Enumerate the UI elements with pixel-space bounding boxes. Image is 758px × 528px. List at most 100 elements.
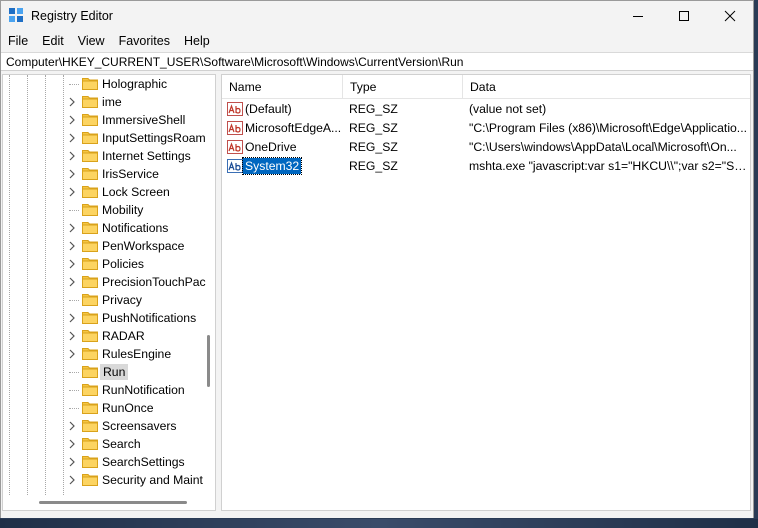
registry-editor-window: Registry Editor File Edit View Favorites…	[0, 0, 754, 518]
tree-connector	[69, 210, 79, 211]
tree-item-label: Notifications	[102, 221, 169, 235]
chevron-right-icon[interactable]	[67, 187, 77, 197]
column-header-name[interactable]: Name	[222, 75, 343, 99]
tree-item-label: SearchSettings	[102, 455, 185, 469]
close-icon	[724, 10, 736, 22]
column-header-data[interactable]: Data	[463, 75, 750, 99]
value-name: System32	[241, 157, 303, 175]
value-row[interactable]: OneDrive REG_SZ "C:\Users\windows\AppData\…	[222, 138, 750, 156]
tree-item[interactable]: PushNotifications	[3, 309, 203, 327]
maximize-button[interactable]	[661, 1, 707, 31]
tree-item[interactable]: SearchSettings	[3, 453, 203, 471]
value-row[interactable]: (Default) REG_SZ (value not set)	[222, 100, 750, 118]
tree-connector	[69, 300, 79, 301]
folder-icon	[82, 474, 98, 486]
tree-item[interactable]: Mobility	[3, 201, 203, 219]
tree-item[interactable]: RADAR	[3, 327, 203, 345]
tree-item-label: InputSettingsRoam	[102, 131, 206, 145]
chevron-right-icon[interactable]	[67, 259, 77, 269]
title-bar[interactable]: Registry Editor	[1, 1, 753, 31]
chevron-right-icon[interactable]	[67, 169, 77, 179]
tree-horizontal-scrollbar[interactable]	[3, 495, 215, 510]
folder-icon	[82, 438, 98, 450]
chevron-right-icon[interactable]	[67, 151, 77, 161]
chevron-right-icon[interactable]	[67, 313, 77, 323]
tree-item[interactable]: ImmersiveShell	[3, 111, 203, 129]
chevron-right-icon[interactable]	[67, 115, 77, 125]
column-header-type[interactable]: Type	[343, 75, 463, 99]
menu-view[interactable]: View	[71, 31, 112, 51]
tree-item-label: Policies	[102, 257, 144, 271]
tree-item[interactable]: InputSettingsRoam	[3, 129, 206, 147]
tree-item-label: ime	[102, 95, 122, 109]
tree-item-label: PushNotifications	[102, 311, 197, 325]
tree-item[interactable]: PenWorkspace	[3, 237, 203, 255]
tree-item-label: RulesEngine	[102, 347, 172, 361]
value-row[interactable]: MicrosoftEdgeA... REG_SZ "C:\Program Files…	[222, 119, 750, 137]
menu-file[interactable]: File	[1, 31, 35, 51]
value-type: REG_SZ	[349, 140, 398, 154]
tree-item[interactable]: IrisService	[3, 165, 203, 183]
tree-vertical-scrollbar[interactable]	[203, 75, 215, 495]
ab-string-value-icon	[227, 121, 243, 135]
chevron-right-icon[interactable]	[67, 223, 77, 233]
tree-item-label: Internet Settings	[102, 149, 191, 163]
tree-item-label: Run	[100, 364, 129, 380]
tree-item-label: Lock Screen	[102, 185, 170, 199]
tree-item[interactable]: RulesEngine	[3, 345, 203, 363]
tree-item-label: Privacy	[102, 293, 142, 307]
menu-edit[interactable]: Edit	[35, 31, 71, 51]
value-data: (value not set)	[469, 102, 547, 116]
chevron-right-icon[interactable]	[67, 241, 77, 251]
folder-icon	[82, 420, 98, 432]
ab-string-value-icon	[227, 159, 243, 173]
chevron-right-icon[interactable]	[67, 133, 77, 143]
address-bar[interactable]: Computer\HKEY_CURRENT_USER\Software\Micr…	[1, 52, 753, 71]
chevron-right-icon[interactable]	[67, 331, 77, 341]
chevron-right-icon[interactable]	[67, 277, 77, 287]
value-row[interactable]: System32 REG_SZ mshta.exe "javascript:var …	[222, 157, 750, 175]
tree-item[interactable]: Search	[3, 435, 203, 453]
values-list-pane[interactable]: Name Type Data (Default) REG_SZ (value not…	[221, 74, 751, 511]
tree-item[interactable]: Policies	[3, 255, 203, 273]
tree-horizontal-scroll-thumb[interactable]	[39, 501, 187, 504]
chevron-right-icon[interactable]	[67, 439, 77, 449]
tree-item[interactable]: RunNotification	[3, 381, 203, 399]
tree-item[interactable]: Holographic	[3, 75, 203, 93]
chevron-right-icon[interactable]	[67, 457, 77, 467]
chevron-right-icon[interactable]	[67, 421, 77, 431]
tree-item[interactable]: Internet Settings	[3, 147, 203, 165]
tree-item[interactable]: PrecisionTouchPac	[3, 273, 206, 291]
chevron-right-icon[interactable]	[67, 97, 77, 107]
tree-item[interactable]: RunOnce	[3, 399, 203, 417]
tree-vertical-scroll-thumb[interactable]	[207, 335, 210, 387]
folder-icon	[82, 132, 98, 144]
tree-item[interactable]: Security and Maint	[3, 471, 203, 489]
folder-icon	[82, 276, 98, 288]
folder-icon	[82, 312, 98, 324]
close-button[interactable]	[707, 1, 753, 31]
tree-item[interactable]: ime	[3, 93, 203, 111]
folder-icon	[82, 366, 98, 378]
menu-favorites[interactable]: Favorites	[112, 31, 177, 51]
folder-icon	[82, 258, 98, 270]
tree-item[interactable]: Privacy	[3, 291, 203, 309]
tree-item[interactable]: Run	[3, 363, 203, 381]
tree-item-label: RunNotification	[102, 383, 185, 397]
menu-help[interactable]: Help	[177, 31, 217, 51]
tree-item[interactable]: Lock Screen	[3, 183, 203, 201]
tree-item[interactable]: Screensavers	[3, 417, 203, 435]
tree-item-label: Mobility	[102, 203, 144, 217]
maximize-icon	[679, 11, 689, 21]
folder-icon	[82, 330, 98, 342]
tree-connector	[69, 84, 79, 85]
key-tree-pane[interactable]: Holographic ime ImmersiveShell InputSetting…	[2, 74, 216, 511]
window-title: Registry Editor	[31, 9, 113, 23]
tree-item[interactable]: Notifications	[3, 219, 203, 237]
value-data: "C:\Users\windows\AppData\Local\Microsof…	[469, 140, 737, 154]
minimize-button[interactable]	[615, 1, 661, 31]
tree-item-label: PenWorkspace	[102, 239, 185, 253]
folder-icon	[82, 222, 98, 234]
chevron-right-icon[interactable]	[67, 349, 77, 359]
chevron-right-icon[interactable]	[67, 475, 77, 485]
